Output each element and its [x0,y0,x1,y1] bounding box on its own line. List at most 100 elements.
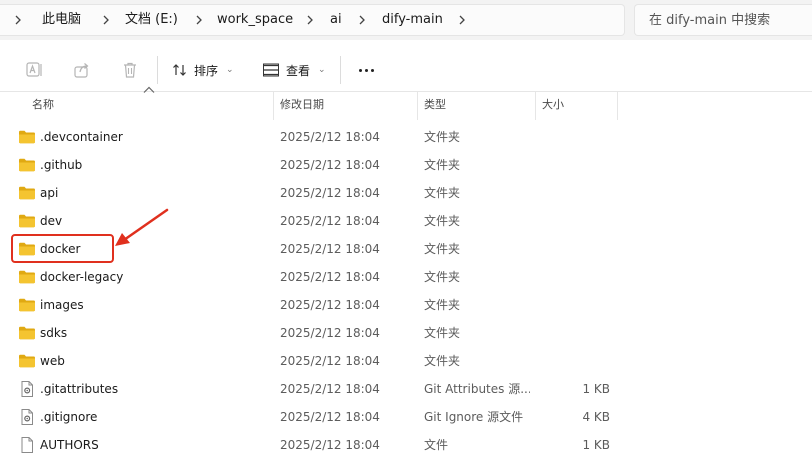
list-item[interactable]: web 2025/2/12 18:04 文件夹 [0,347,812,375]
list-item[interactable]: .gitignore 2025/2/12 18:04 Git Ignore 源文… [0,403,812,431]
file-date: 2025/2/12 18:04 [280,158,380,172]
file-name: dev [40,214,63,228]
file-size: 1 KB [582,382,610,396]
chevron-right-icon[interactable] [14,4,22,36]
folder-icon [19,130,35,144]
column-header-name[interactable]: 名称 [32,92,54,120]
more-icon[interactable] [352,56,380,84]
chevron-down-icon: ⌄ [318,65,326,75]
folder-icon [19,298,35,312]
file-name: api [40,186,59,200]
file-name: docker-legacy [40,270,124,284]
folder-icon [19,186,35,200]
breadcrumb-this-pc[interactable]: 此电脑 [42,4,81,36]
chevron-right-icon[interactable] [195,4,203,36]
file-size [540,347,610,375]
column-divider[interactable] [417,92,418,120]
list-item[interactable]: .github 2025/2/12 18:04 文件夹 [0,151,812,179]
chevron-down-icon: ⌄ [226,65,234,75]
sort-label: 排序 [194,63,219,78]
file-name: .devcontainer [40,130,123,144]
column-divider[interactable] [617,92,618,120]
file-type: Git Ignore 源文件 [424,410,524,424]
file-icon [21,437,33,453]
file-size [540,235,610,263]
column-divider[interactable] [273,92,274,120]
column-header-type[interactable]: 类型 [424,92,446,120]
file-date: 2025/2/12 18:04 [280,242,380,256]
column-divider[interactable] [535,92,536,120]
file-size [540,179,610,207]
search-box[interactable] [634,4,812,36]
file-type: 文件夹 [424,326,461,340]
settings-file-icon [21,381,33,397]
file-date: 2025/2/12 18:04 [280,214,380,228]
file-type: 文件夹 [424,298,461,312]
file-date: 2025/2/12 18:04 [280,186,380,200]
toolbar-divider [340,56,341,84]
list-item[interactable]: api 2025/2/12 18:04 文件夹 [0,179,812,207]
file-type: 文件夹 [424,270,461,284]
file-size [540,291,610,319]
search-input[interactable] [649,5,809,35]
list-item[interactable]: .devcontainer 2025/2/12 18:04 文件夹 [0,123,812,151]
sort-ascending-icon [143,86,155,93]
folder-icon [19,158,35,172]
column-header-size[interactable]: 大小 [542,92,564,120]
view-icon [263,63,279,77]
sort-icon [173,64,186,76]
chevron-right-icon[interactable] [358,4,366,36]
file-type: 文件夹 [424,158,461,172]
file-type: Git Attributes 源... [424,382,530,396]
column-header-date[interactable]: 修改日期 [280,92,324,120]
file-type: 文件夹 [424,130,461,144]
toolbar-divider [157,56,158,84]
file-name: AUTHORS [40,438,99,452]
file-date: 2025/2/12 18:04 [280,130,380,144]
file-name: sdks [40,326,68,340]
sort-button[interactable]: 排序 ⌄ [172,56,234,84]
file-type: 文件夹 [424,214,461,228]
file-size [540,123,610,151]
file-date: 2025/2/12 18:04 [280,410,380,424]
file-size [540,319,610,347]
delete-icon[interactable] [118,58,142,82]
view-button[interactable]: 查看 ⌄ [262,56,326,84]
file-date: 2025/2/12 18:04 [280,382,380,396]
list-item[interactable]: images 2025/2/12 18:04 文件夹 [0,291,812,319]
list-item[interactable]: .gitattributes 2025/2/12 18:04 Git Attri… [0,375,812,403]
breadcrumb-drive-e[interactable]: 文档 (E:) [125,4,178,36]
file-size [540,151,610,179]
breadcrumb-work-space[interactable]: work_space [217,4,293,36]
file-name: .gitattributes [40,382,119,396]
file-size [540,207,610,235]
file-date: 2025/2/12 18:04 [280,298,380,312]
file-name: images [40,298,84,312]
file-name: web [40,354,65,368]
file-type: 文件夹 [424,242,461,256]
folder-icon [19,354,35,368]
breadcrumb-dify-main[interactable]: dify-main [382,4,443,36]
chevron-right-icon[interactable] [306,4,314,36]
settings-file-icon [21,409,33,425]
list-item[interactable]: docker-legacy 2025/2/12 18:04 文件夹 [0,263,812,291]
file-type: 文件夹 [424,186,461,200]
folder-icon [19,270,35,284]
file-date: 2025/2/12 18:04 [280,270,380,284]
file-size: 1 KB [582,438,610,452]
file-size: 4 KB [582,410,610,424]
file-date: 2025/2/12 18:04 [280,354,380,368]
breadcrumb-ai[interactable]: ai [330,4,342,36]
folder-icon [19,214,35,228]
file-name: .gitignore [40,410,98,424]
command-bar: 排序 ⌄ 查看 ⌄ [0,48,812,92]
chevron-right-icon[interactable] [102,4,110,36]
annotation-arrow-icon [115,208,169,246]
chevron-right-icon[interactable] [458,4,466,36]
list-item[interactable]: AUTHORS 2025/2/12 18:04 文件 1 KB [0,431,812,459]
rename-icon[interactable] [22,58,46,82]
file-date: 2025/2/12 18:04 [280,438,380,452]
list-item[interactable]: sdks 2025/2/12 18:04 文件夹 [0,319,812,347]
share-icon[interactable] [70,58,94,82]
file-type: 文件 [424,438,449,452]
